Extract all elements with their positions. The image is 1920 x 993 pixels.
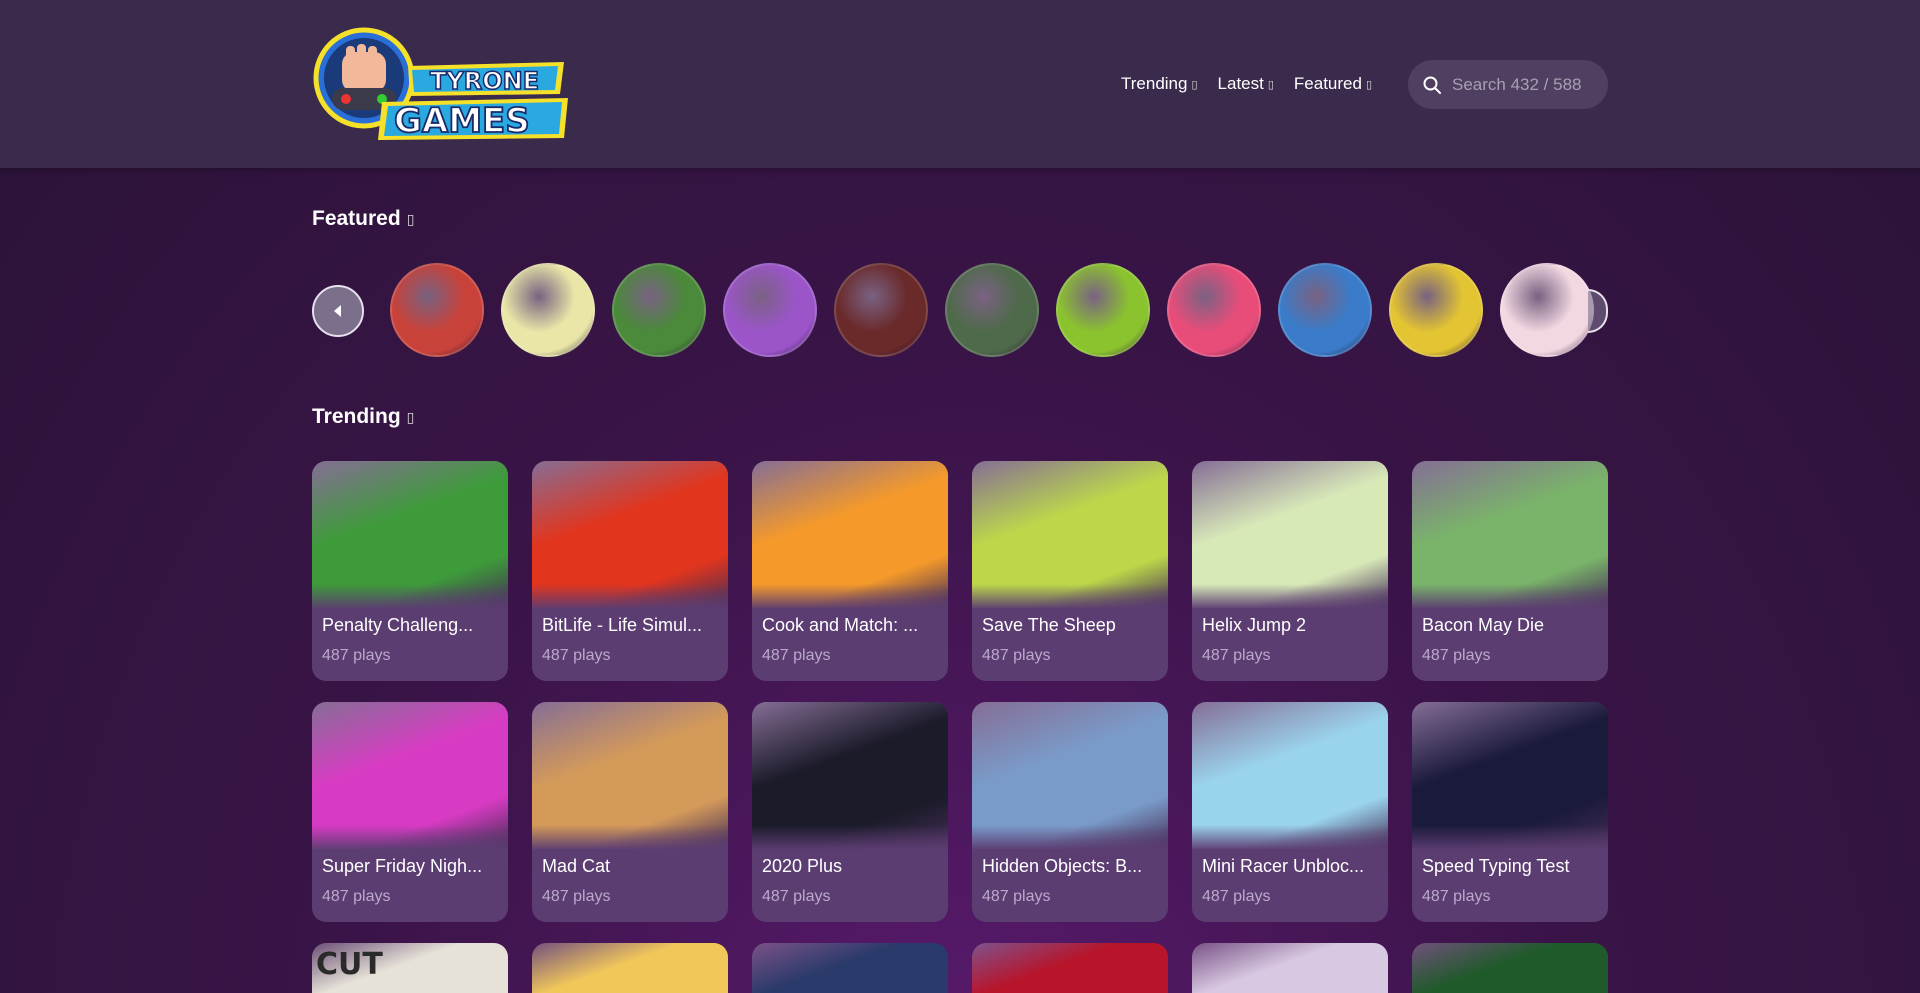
- trending-heading-text: Trending: [312, 405, 401, 428]
- featured-game-thumb[interactable]: [612, 263, 706, 357]
- game-plays: 487 plays: [1202, 647, 1271, 664]
- search-input[interactable]: [1452, 74, 1592, 95]
- thumbnail-fade: [312, 584, 508, 608]
- game-card[interactable]: Super Friday Nigh... 487 plays: [312, 702, 508, 922]
- featured-heading-icon: ▯: [406, 210, 415, 227]
- featured-game-thumb[interactable]: [1278, 263, 1372, 357]
- game-card[interactable]: Mini Racer Unbloc... 487 plays: [1192, 702, 1388, 922]
- game-card[interactable]: Helix Jump 2 487 plays: [1192, 461, 1388, 681]
- featured-game-thumb[interactable]: [1167, 263, 1261, 357]
- game-card[interactable]: Speed Typing Test 487 plays: [1412, 702, 1608, 922]
- thumbnail-fade: [312, 825, 508, 849]
- nav-trending-label: Trending: [1121, 74, 1188, 93]
- thumbnail-fade: [752, 825, 948, 849]
- svg-text:GAMES: GAMES: [394, 101, 530, 141]
- game-title: Save The Sheep: [982, 615, 1116, 635]
- featured-game-thumb[interactable]: [390, 263, 484, 357]
- game-title: Cook and Match: ...: [762, 615, 919, 635]
- site-logo[interactable]: TYRONE GAMES: [312, 22, 574, 144]
- game-card[interactable]: Hidden Objects: B... 487 plays: [972, 702, 1168, 922]
- game-card[interactable]: CUT: [312, 943, 508, 993]
- chevron-down-icon: ▯: [1365, 78, 1373, 91]
- thumbnail-fade: [532, 825, 728, 849]
- thumbnail-fade: [1192, 584, 1388, 608]
- game-plays: 487 plays: [982, 888, 1051, 905]
- chevron-left-icon: [334, 305, 341, 317]
- game-title: BitLife - Life Simul...: [542, 615, 703, 635]
- game-card[interactable]: [752, 943, 948, 993]
- game-title: Hidden Objects: B...: [982, 856, 1143, 876]
- game-plays: 487 plays: [322, 888, 391, 905]
- nav-latest[interactable]: Latest ▯: [1218, 74, 1274, 94]
- trending-heading: Trending ▯: [312, 405, 414, 429]
- game-title: Bacon May Die: [1422, 615, 1545, 635]
- game-title: Super Friday Nigh...: [322, 856, 483, 876]
- search-box[interactable]: [1408, 60, 1608, 109]
- nav-trending[interactable]: Trending ▯: [1121, 74, 1198, 94]
- svg-text:TYRONE: TYRONE: [430, 67, 539, 95]
- nav-featured-label: Featured: [1293, 74, 1362, 93]
- game-title: Mad Cat: [542, 856, 611, 876]
- game-title: Speed Typing Test: [1422, 856, 1570, 876]
- main-nav: Trending ▯ Latest ▯ Featured ▯: [1121, 72, 1372, 96]
- featured-game-thumb[interactable]: [834, 263, 928, 357]
- game-card[interactable]: [1412, 943, 1608, 993]
- carousel-prev-button[interactable]: [312, 285, 364, 337]
- game-title: Penalty Challeng...: [322, 615, 474, 635]
- thumbnail-fade: [972, 825, 1168, 849]
- game-plays: 487 plays: [1422, 888, 1491, 905]
- featured-game-thumb[interactable]: [723, 263, 817, 357]
- featured-carousel: [312, 263, 1608, 359]
- nav-featured[interactable]: Featured ▯: [1294, 74, 1372, 94]
- game-card[interactable]: [532, 943, 728, 993]
- nav-latest-label: Latest: [1217, 74, 1264, 93]
- site-header: TYRONE GAMES Trending ▯ Latest ▯ Feature…: [0, 0, 1920, 168]
- thumbnail-fade: [752, 584, 948, 608]
- thumbnail-fade: [532, 584, 728, 608]
- chevron-down-icon: ▯: [1267, 78, 1274, 91]
- thumbnail-fade: [1412, 584, 1608, 608]
- featured-game-thumb[interactable]: [1056, 263, 1150, 357]
- thumbnail-fade: [1412, 825, 1608, 849]
- game-plays: 487 plays: [542, 888, 611, 905]
- game-plays: 487 plays: [1422, 647, 1491, 664]
- game-title: Mini Racer Unbloc...: [1202, 856, 1365, 876]
- game-title: 2020 Plus: [762, 856, 843, 876]
- game-card[interactable]: [1192, 943, 1388, 993]
- game-plays: 487 plays: [322, 647, 391, 664]
- thumbnail-fade: [1192, 825, 1388, 849]
- featured-heading-text: Featured: [312, 207, 401, 230]
- game-card[interactable]: BitLife - Life Simul... 487 plays: [532, 461, 728, 681]
- game-card[interactable]: Penalty Challeng... 487 plays: [312, 461, 508, 681]
- search-icon: [1423, 76, 1441, 94]
- game-plays: 487 plays: [542, 647, 611, 664]
- game-card[interactable]: [972, 943, 1168, 993]
- game-thumbnail-label: CUT: [316, 947, 383, 982]
- game-card[interactable]: Bacon May Die 487 plays: [1412, 461, 1608, 681]
- trending-heading-icon: ▯: [406, 408, 415, 425]
- featured-heading: Featured ▯: [312, 207, 414, 231]
- featured-game-thumb[interactable]: [1500, 263, 1594, 357]
- featured-game-thumb[interactable]: [501, 263, 595, 357]
- game-card[interactable]: 2020 Plus 487 plays: [752, 702, 948, 922]
- game-plays: 487 plays: [1202, 888, 1271, 905]
- game-card[interactable]: Cook and Match: ... 487 plays: [752, 461, 948, 681]
- game-plays: 487 plays: [762, 888, 831, 905]
- game-plays: 487 plays: [982, 647, 1051, 664]
- featured-game-thumb[interactable]: [945, 263, 1039, 357]
- game-title: Helix Jump 2: [1202, 615, 1307, 635]
- thumbnail-fade: [972, 584, 1168, 608]
- game-card[interactable]: Mad Cat 487 plays: [532, 702, 728, 922]
- game-card[interactable]: Save The Sheep 487 plays: [972, 461, 1168, 681]
- featured-game-thumb[interactable]: [1389, 263, 1483, 357]
- game-plays: 487 plays: [762, 647, 831, 664]
- chevron-down-icon: ▯: [1191, 78, 1198, 91]
